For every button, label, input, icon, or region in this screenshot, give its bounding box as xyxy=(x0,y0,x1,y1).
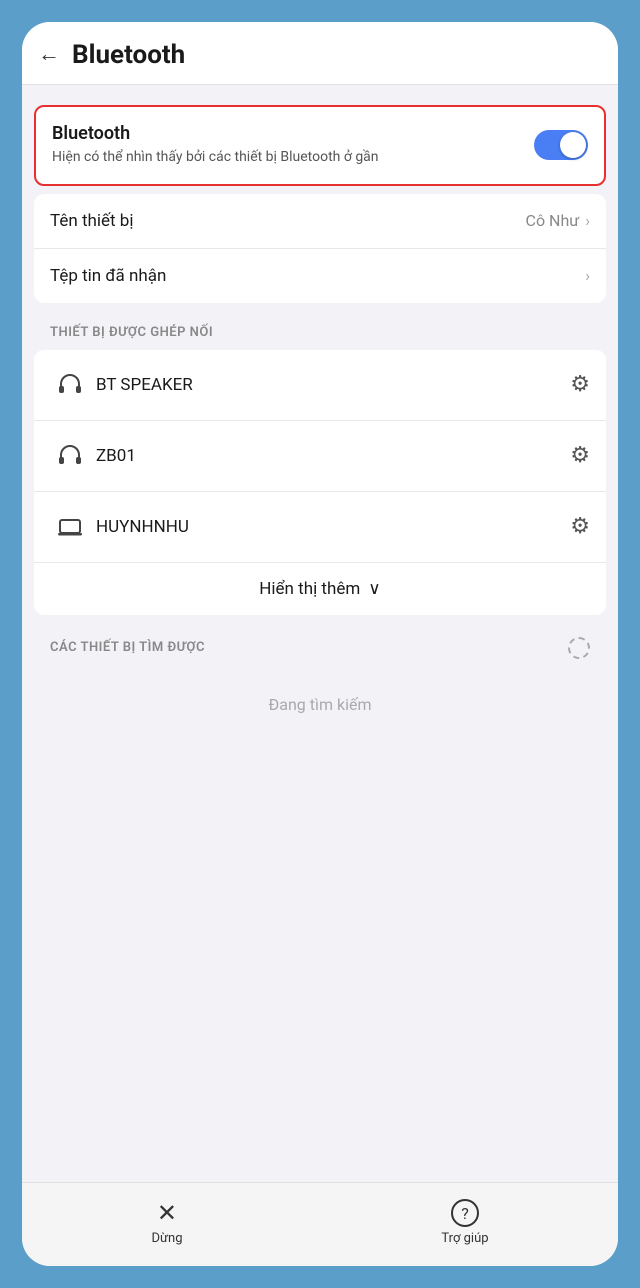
device-name-item[interactable]: Tên thiết bị Cô Như › xyxy=(34,194,606,248)
header: ← Bluetooth xyxy=(22,22,618,85)
device-name-value: Cô Như › xyxy=(526,211,590,230)
headphone-icon-bt-speaker xyxy=(50,365,90,405)
stop-label: Dừng xyxy=(151,1231,182,1246)
settings-list-section: Tên thiết bị Cô Như › Tệp tin đã nhận › xyxy=(34,194,606,303)
bluetooth-toggle-switch[interactable] xyxy=(534,130,588,160)
device-name-huynhnhu: HUYNHNHU xyxy=(96,517,570,537)
screen: ← Bluetooth Bluetooth Hiện có thể nhìn t… xyxy=(22,22,618,1266)
chevron-right-icon-2: › xyxy=(585,266,590,285)
help-icon: ? xyxy=(451,1199,479,1227)
gear-icon-bt-speaker[interactable]: ⚙ xyxy=(570,372,590,397)
received-files-item[interactable]: Tệp tin đã nhận › xyxy=(34,248,606,303)
phone-frame: ← Bluetooth Bluetooth Hiện có thể nhìn t… xyxy=(10,10,630,1278)
bluetooth-toggle-description: Hiện có thể nhìn thấy bởi các thiết bị B… xyxy=(52,148,522,168)
show-more-label: Hiển thị thêm xyxy=(259,579,360,599)
help-label: Trợ giúp xyxy=(441,1231,488,1246)
received-files-chevron: › xyxy=(585,266,590,285)
chevron-down-icon: ∨ xyxy=(368,579,380,599)
stop-icon: ✕ xyxy=(157,1199,177,1227)
bluetooth-toggle-section[interactable]: Bluetooth Hiện có thể nhìn thấy bởi các … xyxy=(34,105,606,186)
paired-section-header: THIẾT BỊ ĐƯỢC GHÉP NỐI xyxy=(22,311,618,346)
gear-icon-zb01[interactable]: ⚙ xyxy=(570,443,590,468)
device-item-zb01[interactable]: ZB01 ⚙ xyxy=(34,420,606,491)
device-item-bt-speaker[interactable]: BT SPEAKER ⚙ xyxy=(34,350,606,420)
laptop-icon-huynhnhu xyxy=(50,507,90,547)
searching-text: Đang tìm kiếm xyxy=(22,665,618,744)
scanning-spinner-icon xyxy=(568,637,590,659)
toggle-knob xyxy=(560,132,586,158)
device-name-bt-speaker: BT SPEAKER xyxy=(96,375,570,395)
show-more-button[interactable]: Hiển thị thêm ∨ xyxy=(34,562,606,615)
stop-button[interactable]: ✕ Dừng xyxy=(121,1195,212,1250)
help-button[interactable]: ? Trợ giúp xyxy=(411,1195,518,1250)
device-item-huynhnhu[interactable]: HUYNHNHU ⚙ xyxy=(34,491,606,562)
page-title: Bluetooth xyxy=(72,40,185,70)
bluetooth-toggle-text: Bluetooth Hiện có thể nhìn thấy bởi các … xyxy=(52,123,522,168)
device-name-label: Tên thiết bị xyxy=(50,211,133,231)
device-name-zb01: ZB01 xyxy=(96,446,570,466)
bottom-bar: ✕ Dừng ? Trợ giúp xyxy=(22,1182,618,1266)
headphone-icon-zb01 xyxy=(50,436,90,476)
paired-devices-section: BT SPEAKER ⚙ ZB01 ⚙ xyxy=(34,350,606,615)
received-files-label: Tệp tin đã nhận xyxy=(50,266,166,286)
found-section-header-row: CÁC THIẾT BỊ TÌM ĐƯỢC xyxy=(22,623,618,665)
gear-icon-huynhnhu[interactable]: ⚙ xyxy=(570,514,590,539)
found-section-header: CÁC THIẾT BỊ TÌM ĐƯỢC xyxy=(50,640,205,655)
bluetooth-toggle-title: Bluetooth xyxy=(52,123,522,144)
chevron-right-icon: › xyxy=(585,211,590,230)
back-button[interactable]: ← xyxy=(38,44,60,66)
content-area: Bluetooth Hiện có thể nhìn thấy bởi các … xyxy=(22,85,618,1182)
